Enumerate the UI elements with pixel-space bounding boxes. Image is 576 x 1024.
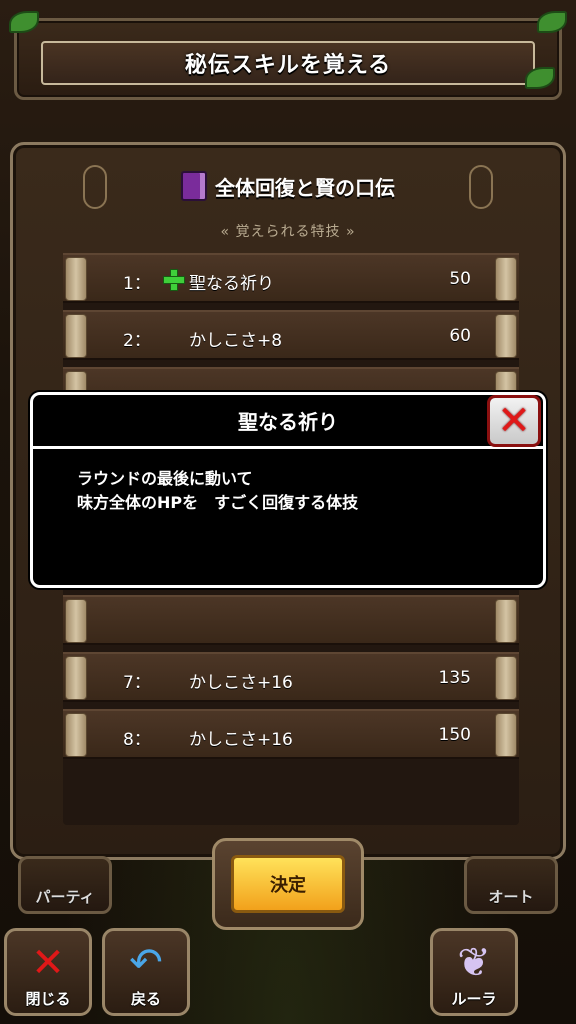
dialog-description: ラウンドの最後に動いて 味方全体のHPを すごく回復する体技 [77, 467, 523, 515]
dialog-line-1: ラウンドの最後に動いて [77, 469, 253, 488]
page-title: 秘伝スキルを覚える [184, 53, 392, 78]
close-screen-button[interactable]: ✕ 閉じる [4, 928, 92, 1016]
row-cap-left [65, 599, 87, 643]
header-title-plate: 秘伝スキルを覚える [41, 41, 535, 85]
dialog-close-button[interactable]: ✕ [487, 395, 541, 447]
skill-name: かしこさ+8 [189, 331, 283, 351]
close-screen-label: 閉じる [25, 990, 71, 1008]
party-button[interactable]: パーティ [18, 856, 112, 914]
wing-icon: ❦ [457, 940, 491, 986]
panel-subtitle: « 覚えられる特技 » [220, 224, 356, 240]
leaf-decoration-icon [9, 11, 39, 33]
skill-number: 7： [123, 673, 151, 693]
red-x-icon: ✕ [31, 940, 65, 986]
dialog-line-2: 味方全体のHPを すごく回復する体技 [77, 493, 359, 512]
leaf-decoration-icon [525, 67, 555, 89]
panel-title-text: 全体回復と賢の口伝 [215, 175, 395, 200]
back-label: 戻る [130, 990, 161, 1008]
back-button[interactable]: ↶ 戻る [102, 928, 190, 1016]
skill-row-8[interactable]: 8： かしこさ+16 150 [63, 709, 519, 759]
skill-row-2[interactable]: 2： かしこさ+8 60 [63, 310, 519, 360]
skill-points: 150 [438, 725, 471, 745]
dialog-title: 聖なる祈り [238, 410, 338, 434]
row-cap-left [65, 314, 87, 358]
row-cap-right [495, 713, 517, 757]
skill-number: 8： [123, 730, 151, 750]
confirm-button[interactable]: 決定 [231, 855, 345, 913]
party-label: パーティ [35, 888, 95, 906]
skill-number: 2： [123, 331, 151, 351]
row-cap-right [495, 257, 517, 301]
row-cap-left [65, 656, 87, 700]
confirm-label: 決定 [270, 875, 306, 896]
skill-points: 50 [449, 269, 471, 289]
green-plus-icon [163, 269, 185, 291]
skill-info-dialog: 聖なる祈り ✕ ラウンドの最後に動いて 味方全体のHPを すごく回復する体技 [30, 392, 546, 588]
row-cap-left [65, 713, 87, 757]
back-arrow-icon: ↶ [129, 940, 163, 986]
skill-points: 135 [438, 668, 471, 688]
rura-label: ルーラ [451, 990, 497, 1008]
panel-title: 全体回復と賢の口伝 [13, 171, 563, 201]
red-x-icon: ✕ [497, 398, 531, 444]
top-header: 秘伝スキルを覚える [9, 11, 567, 100]
skill-number: 1： [123, 274, 151, 294]
skill-name: 聖なる祈り [189, 274, 274, 294]
rura-button[interactable]: ❦ ルーラ [430, 928, 518, 1016]
skill-row-6[interactable] [63, 595, 519, 645]
skill-row-7[interactable]: 7： かしこさ+16 135 [63, 652, 519, 702]
panel-subtitle-text: 覚えられる特技 [235, 224, 341, 240]
dialog-header: 聖なる祈り [33, 395, 543, 449]
skill-name: かしこさ+16 [189, 673, 293, 693]
auto-button[interactable]: オート [464, 856, 558, 914]
skill-points: 60 [449, 326, 471, 346]
row-cap-right [495, 314, 517, 358]
confirm-frame: 決定 [212, 838, 364, 930]
auto-label: オート [488, 888, 534, 906]
row-cap-right [495, 656, 517, 700]
book-icon [181, 171, 207, 201]
skill-name: かしこさ+16 [189, 730, 293, 750]
row-cap-right [495, 599, 517, 643]
skill-row-1[interactable]: 1： 聖なる祈り 50 [63, 253, 519, 303]
row-cap-left [65, 257, 87, 301]
